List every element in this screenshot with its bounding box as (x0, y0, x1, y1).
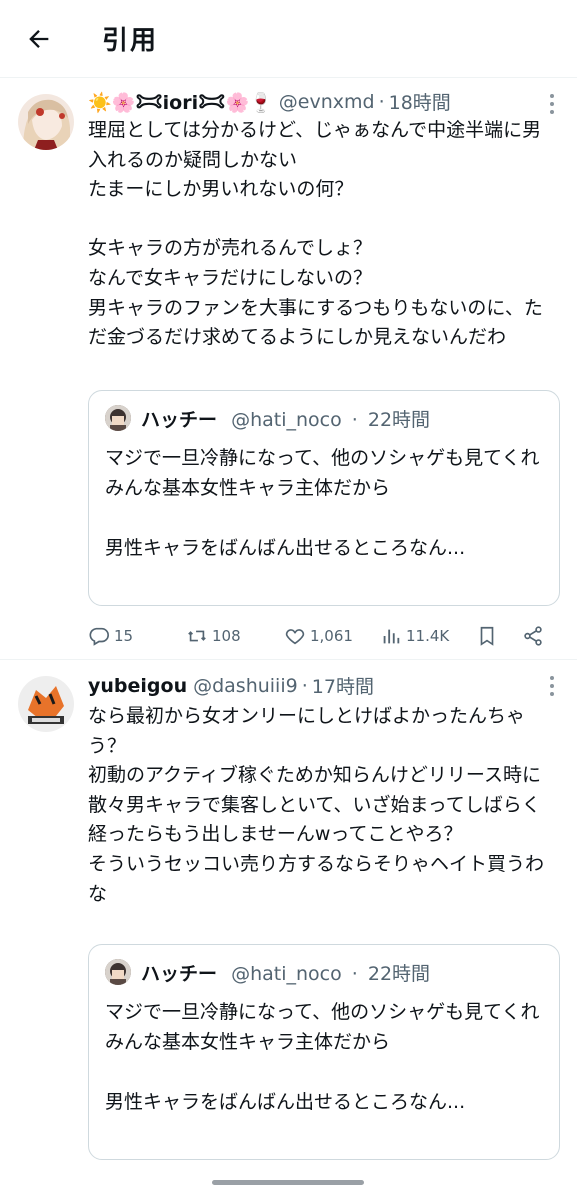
reply-count: 15 (114, 627, 134, 645)
quoted-header: ハッチー @hati_noco · 22時間 (141, 959, 430, 986)
quoted-avatar (105, 959, 131, 985)
avatar[interactable] (18, 676, 74, 732)
retweet-button[interactable]: 108 (186, 622, 241, 650)
home-indicator[interactable] (212, 1180, 364, 1185)
display-name[interactable]: ☀️🌸𐂯iori𐂯🌸🍷 (88, 89, 273, 115)
quoted-display-name: ハッチー (141, 409, 218, 431)
tweet-text: 理屈としては分かるけど、じゃぁなんで中途半端に男入れるのか疑問しかない たまーに… (88, 119, 543, 349)
retweet-count: 108 (212, 627, 241, 645)
like-count: 1,061 (310, 627, 353, 645)
separator-dot: · (301, 674, 308, 697)
avatar[interactable] (18, 94, 74, 150)
tweet-text: なら最初から女オンリーにしとけばよかったんちゃう？ 初動のアクティブ稼ぐためか知… (88, 705, 545, 905)
tweet-header: ☀️🌸𐂯iori𐂯🌸🍷 @evnxmd · 18時間 (88, 88, 451, 115)
quoted-display-name: ハッチー (141, 963, 218, 985)
heart-icon (285, 629, 305, 645)
views-icon (383, 629, 400, 644)
display-name[interactable]: yubeigou (88, 675, 187, 697)
bookmark-button[interactable] (476, 622, 498, 650)
tweet[interactable]: ☀️🌸𐂯iori𐂯🌸🍷 @evnxmd · 18時間 理屈としては分かるけど、じ… (0, 80, 577, 660)
retweet-icon (188, 630, 206, 642)
page-title: 引用 (102, 26, 159, 56)
like-button[interactable]: 1,061 (284, 622, 353, 650)
user-handle[interactable]: @dashuiii9 (193, 675, 298, 697)
more-options-icon[interactable] (549, 94, 555, 114)
top-bar: 引用 (0, 0, 577, 78)
bookmark-icon (480, 626, 494, 646)
quoted-handle: @hati_noco (231, 963, 342, 985)
quoted-tweet[interactable]: ハッチー @hati_noco · 22時間 マジで一旦冷静になって、他のソシャ… (88, 944, 560, 1160)
quoted-tweet[interactable]: ハッチー @hati_noco · 22時間 マジで一旦冷静になって、他のソシャ… (88, 390, 560, 606)
reply-button[interactable]: 15 (88, 622, 133, 650)
action-bar: 15 108 1,061 11.4K (88, 622, 559, 650)
quoted-timestamp: 22時間 (367, 409, 431, 431)
share-button[interactable] (522, 622, 544, 650)
quoted-timestamp: 22時間 (367, 963, 431, 985)
timestamp[interactable]: 17時間 (312, 672, 374, 699)
tweet[interactable]: yubeigou @dashuiii9 · 17時間 なら最初から女オンリーにし… (0, 662, 577, 1182)
quoted-avatar (105, 405, 131, 431)
separator-dot: · (351, 963, 358, 985)
quoted-handle: @hati_noco (231, 409, 342, 431)
quoted-header: ハッチー @hati_noco · 22時間 (141, 405, 430, 432)
reply-icon (89, 627, 109, 646)
timestamp[interactable]: 18時間 (389, 88, 451, 115)
view-count: 11.4K (406, 627, 450, 645)
quoted-text: マジで一旦冷静になって、他のソシャゲも見てくれ みんな基本女性キャラ主体だから … (105, 1001, 540, 1113)
views-button[interactable]: 11.4K (380, 622, 449, 650)
back-arrow-icon[interactable] (22, 22, 56, 56)
share-icon (524, 626, 542, 646)
separator-dot: · (351, 409, 358, 431)
more-options-icon[interactable] (549, 676, 555, 696)
quoted-text: マジで一旦冷静になって、他のソシャゲも見てくれ みんな基本女性キャラ主体だから … (105, 447, 540, 559)
separator-dot: · (378, 90, 385, 113)
tweet-header: yubeigou @dashuiii9 · 17時間 (88, 672, 374, 699)
user-handle[interactable]: @evnxmd (279, 91, 375, 113)
